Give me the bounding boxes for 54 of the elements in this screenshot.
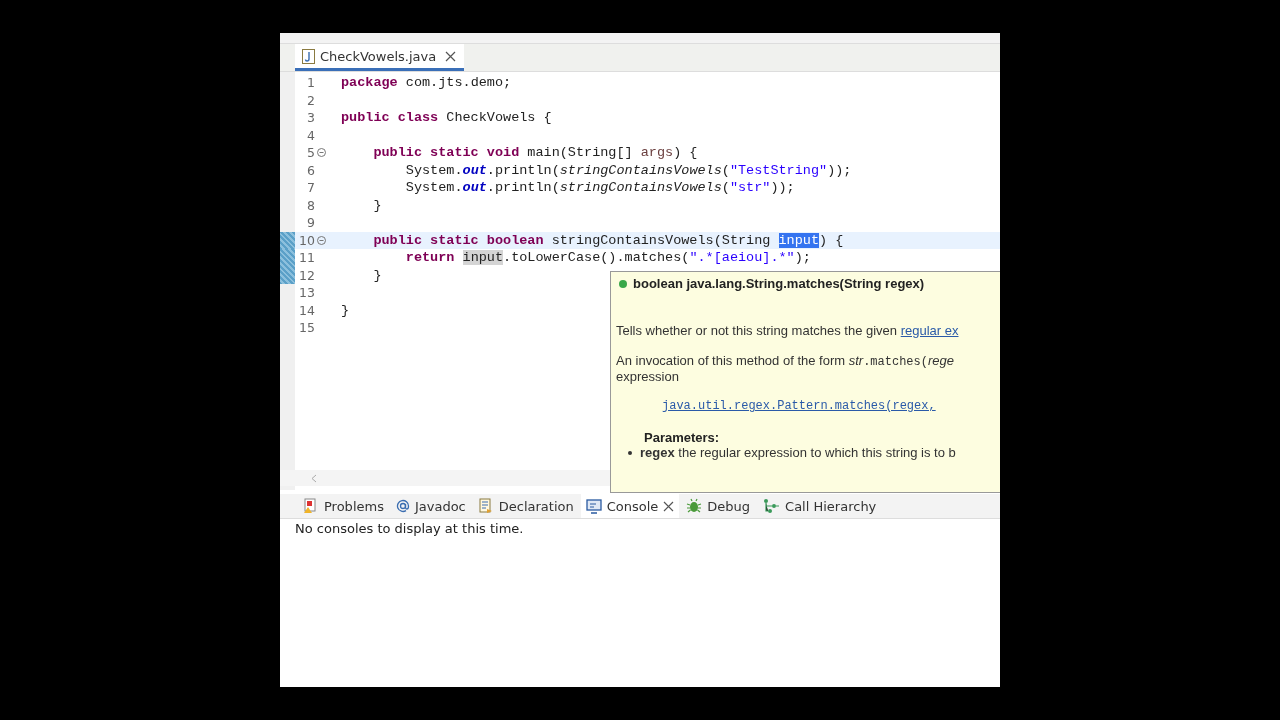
line-number: 10 xyxy=(298,232,315,248)
description-text: expression xyxy=(616,369,680,384)
line-number: 6 xyxy=(306,162,315,178)
method-signature: boolean java.lang.String.matches(String regex) xyxy=(633,276,925,291)
close-icon[interactable] xyxy=(663,500,675,512)
line-number: 3 xyxy=(306,110,315,126)
line-number: 12 xyxy=(298,267,315,283)
bullet-icon xyxy=(628,450,632,455)
parameter-description: regex the regular expression to which this string is to b xyxy=(640,445,956,460)
code-line: public class CheckVowels { xyxy=(341,110,552,126)
editor-tab[interactable]: CheckVowels.java xyxy=(295,44,465,71)
problems-icon xyxy=(303,498,319,514)
code-line: package com.jts.demo; xyxy=(341,75,512,91)
panel-tab[interactable]: Javadoc xyxy=(390,494,471,518)
line-number: 15 xyxy=(298,320,315,336)
panel-tab[interactable]: Problems xyxy=(298,494,389,518)
hierarchy-icon xyxy=(762,498,781,514)
panel-tab[interactable]: Declaration xyxy=(472,494,579,518)
line-number: 11 xyxy=(298,250,315,266)
line-number: 9 xyxy=(306,215,315,231)
line-number: 13 xyxy=(298,285,315,301)
at-sign-icon xyxy=(395,499,410,513)
code-line: public static void main(String[] args) { xyxy=(372,145,698,161)
bug-icon xyxy=(686,498,703,514)
description-text: An invocation of this method of the form str.matches(rege xyxy=(616,353,955,369)
parameters-heading: Parameters: xyxy=(644,430,721,445)
code-line: public static boolean stringContainsVowels(String input) { xyxy=(372,232,844,248)
line-number: 4 xyxy=(306,127,315,143)
collapse-icon[interactable] xyxy=(317,148,326,158)
method-icon xyxy=(619,279,627,288)
code-line: } xyxy=(341,302,350,318)
description-text: Tells whether or not this string matches the given regular ex xyxy=(616,323,960,338)
line-number: 5 xyxy=(306,145,315,161)
console-message: No consoles to display at this time. xyxy=(295,521,524,536)
code-line: System.out.println(stringContainsVowels("str")); xyxy=(404,180,795,196)
line-number: 14 xyxy=(298,302,315,318)
monitor-icon xyxy=(585,498,602,514)
line-number: 8 xyxy=(306,197,315,213)
document-icon xyxy=(477,498,494,514)
code-line: } xyxy=(372,267,382,283)
panel-tab[interactable]: Console xyxy=(580,494,680,518)
line-number: 1 xyxy=(306,75,315,91)
panel-tab[interactable]: Call Hierarchy xyxy=(757,494,882,518)
java-file-icon xyxy=(302,48,315,64)
code-sample-link[interactable]: java.util.regex.Pattern.matches(regex, xyxy=(662,399,1000,413)
code-line: return input.toLowerCase().matches(".*[aeiou].*"); xyxy=(404,250,811,266)
panel-tab[interactable]: Debug xyxy=(681,494,756,518)
close-icon[interactable] xyxy=(445,50,457,62)
code-line: System.out.println(stringContainsVowels("TestString")); xyxy=(404,162,852,178)
line-number: 2 xyxy=(306,92,315,108)
code-line: } xyxy=(372,197,382,213)
line-number: 7 xyxy=(306,180,315,196)
collapse-icon[interactable] xyxy=(317,235,326,245)
doc-link[interactable]: regular ex xyxy=(900,323,959,338)
